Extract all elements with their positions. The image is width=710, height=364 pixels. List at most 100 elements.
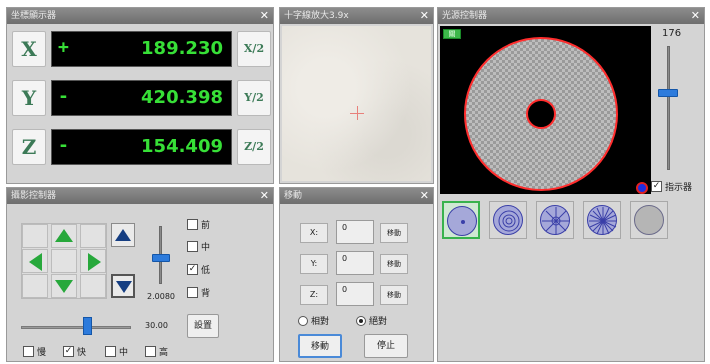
pattern-rings-button[interactable] (489, 201, 527, 239)
light-status-badge[interactable]: 關 (443, 29, 461, 39)
bottom-check-box-3[interactable] (105, 346, 116, 357)
close-icon[interactable]: ✕ (691, 8, 700, 24)
panel-titlebar[interactable]: 移動 ✕ (280, 188, 433, 204)
bottom-check-label-1: 慢 (37, 348, 47, 358)
x-value: 189.230 (141, 38, 223, 59)
panel-titlebar[interactable]: 十字線放大3.9x ✕ (280, 8, 433, 24)
absolute-radio-row[interactable]: 絕對 (356, 314, 387, 327)
bottom-check-4[interactable]: 高 (145, 345, 168, 358)
bottom-check-box-4[interactable] (145, 346, 156, 357)
panel-title: 十字線放大3.9x (284, 11, 349, 21)
relative-radio-row[interactable]: 相對 (298, 314, 329, 327)
close-icon[interactable]: ✕ (260, 188, 269, 204)
bottom-check-1[interactable]: 慢 (23, 345, 46, 358)
checkbox-label-3: 低 (201, 266, 211, 276)
camera-image[interactable] (282, 26, 431, 181)
panel-titlebar[interactable]: 坐標顯示器 ✕ (7, 8, 273, 24)
panel-title: 攝影控制器 (11, 191, 57, 201)
y-field-label: Y: (300, 254, 328, 274)
pattern-rings-icon (493, 205, 523, 235)
zoom-slider[interactable] (152, 253, 170, 262)
y-move-button[interactable]: 移動 (380, 254, 408, 274)
move-button[interactable]: 移動 (298, 334, 342, 358)
bottom-check-2[interactable]: ✓ 快 (63, 345, 86, 358)
pattern-sectors-16-button[interactable] (583, 201, 621, 239)
z-move-button[interactable]: 移動 (380, 285, 408, 305)
checkbox-row-3[interactable]: ✓ 低 (187, 263, 210, 276)
light-intensity-track[interactable] (667, 46, 670, 170)
close-icon[interactable]: ✕ (420, 8, 429, 24)
check-box-3[interactable]: ✓ (187, 264, 198, 275)
dpad-corner (22, 224, 48, 248)
move-up-button[interactable] (51, 224, 77, 248)
ring-light-preview[interactable]: 關 (440, 26, 651, 194)
direction-pad (21, 223, 107, 299)
pattern-sectors-16-icon (587, 205, 617, 235)
panel-titlebar[interactable]: 攝影控制器 ✕ (7, 188, 273, 204)
light-intensity-value: 176 (662, 28, 682, 39)
x-move-input[interactable]: 0 (336, 220, 374, 244)
y-readout: - 420.398 (51, 80, 232, 116)
speed-slider-track[interactable] (21, 326, 131, 329)
panel-title: 坐標顯示器 (11, 11, 57, 21)
x-readout: + 189.230 (51, 31, 232, 67)
relative-label: 相對 (311, 317, 330, 327)
z-move-input[interactable]: 0 (336, 282, 374, 306)
dpad-corner (22, 274, 48, 298)
light-intensity-slider[interactable] (658, 89, 678, 98)
pattern-full-icon (634, 205, 664, 235)
panel-titlebar[interactable]: 光源控制器 ✕ (438, 8, 704, 24)
half-z-button[interactable]: Z/2 (237, 129, 271, 165)
triangle-up-icon (115, 229, 131, 241)
bottom-check-box-2[interactable]: ✓ (63, 346, 74, 357)
bottom-check-label-4: 高 (159, 348, 169, 358)
relative-radio[interactable] (298, 315, 308, 326)
zoom-value: 2.0080 (147, 292, 175, 301)
indicator-checkbox-row[interactable]: ✓ 指示器 (651, 180, 692, 193)
pattern-full-button[interactable] (630, 201, 668, 239)
zero-x-button[interactable]: X (12, 31, 46, 67)
close-icon[interactable]: ✕ (420, 188, 429, 204)
check-box-1[interactable] (187, 219, 198, 230)
bottom-check-box-1[interactable] (23, 346, 34, 357)
zero-z-button[interactable]: Z (12, 129, 46, 165)
bottom-check-3[interactable]: 中 (105, 345, 128, 358)
camera-view-panel: 十字線放大3.9x ✕ (279, 7, 434, 184)
stop-button[interactable]: 停止 (364, 334, 408, 358)
x-move-button[interactable]: 移動 (380, 223, 408, 243)
half-y-button[interactable]: Y/2 (237, 80, 271, 116)
settings-button[interactable]: 設置 (187, 314, 219, 338)
y-sign: - (58, 86, 69, 107)
pattern-sectors-8-button[interactable] (536, 201, 574, 239)
checkbox-row-2[interactable]: 中 (187, 240, 210, 253)
dro-row-y: Y - 420.398 Y/2 (12, 80, 271, 118)
absolute-radio[interactable] (356, 315, 366, 326)
indicator-checkbox[interactable]: ✓ (651, 181, 662, 192)
speed-slider[interactable] (83, 317, 92, 335)
check-box-4[interactable] (187, 287, 198, 298)
z-down-button[interactable] (111, 274, 135, 298)
z-up-button[interactable] (111, 223, 135, 247)
move-down-button[interactable] (51, 274, 77, 298)
check-box-2[interactable] (187, 241, 198, 252)
absolute-label: 絕對 (369, 317, 388, 327)
checkbox-row-1[interactable]: 前 (187, 218, 210, 231)
panel-title: 光源控制器 (442, 11, 488, 21)
arrow-up-icon (55, 229, 73, 242)
ring-light-center (526, 99, 556, 129)
half-x-button[interactable]: X/2 (237, 31, 271, 67)
checkbox-label-2: 中 (201, 243, 211, 253)
pattern-center-button[interactable] (442, 201, 480, 239)
dro-row-z: Z - 154.409 Z/2 (12, 129, 271, 167)
z-field-label: Z: (300, 285, 328, 305)
checkbox-row-4[interactable]: 背 (187, 286, 210, 299)
ring-light-zone[interactable] (464, 37, 618, 191)
close-icon[interactable]: ✕ (260, 8, 269, 24)
y-move-input[interactable]: 0 (336, 251, 374, 275)
pattern-sectors-8-icon (540, 205, 570, 235)
move-left-button[interactable] (22, 249, 48, 273)
move-right-button[interactable] (80, 249, 106, 273)
zero-y-button[interactable]: Y (12, 80, 46, 116)
light-control-panel: 光源控制器 ✕ 關 176 ✓ 指示器 (437, 7, 705, 362)
dro-row-x: X + 189.230 X/2 (12, 31, 271, 69)
